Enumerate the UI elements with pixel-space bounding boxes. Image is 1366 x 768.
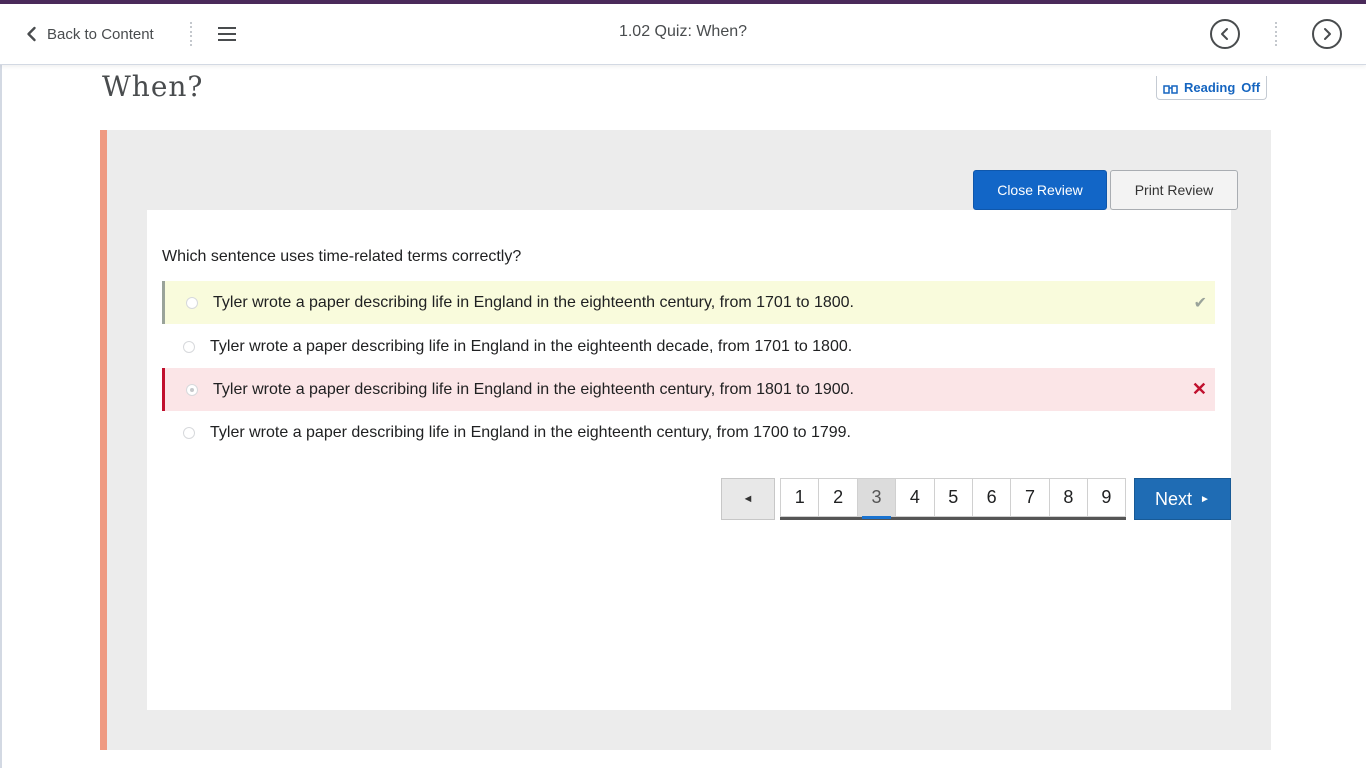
radio-button[interactable]	[183, 426, 195, 439]
question-card: Which sentence uses time-related terms c…	[147, 210, 1231, 710]
reading-toggle[interactable]: Reading Off	[1156, 76, 1267, 100]
page-title: 1.02 Quiz: When?	[618, 23, 748, 40]
page-button-6[interactable]: 6	[971, 478, 1011, 517]
page-button-4[interactable]: 4	[895, 478, 934, 517]
checkmark-icon: ✔	[1193, 294, 1207, 312]
radio-button-selected[interactable]	[186, 383, 198, 396]
page-button-1[interactable]: 1	[780, 478, 819, 517]
answer-option-selected-incorrect[interactable]: Tyler wrote a paper describing life in E…	[162, 368, 1215, 411]
page-button-8[interactable]: 8	[1048, 478, 1088, 517]
answer-option[interactable]: Tyler wrote a paper describing life in E…	[162, 411, 1215, 454]
question-page-list: 1 2 3 4 5 6 7 8 9	[780, 478, 1126, 520]
previous-topic-button[interactable]	[1210, 19, 1240, 49]
quiz-heading: When?	[102, 70, 204, 103]
radio-button[interactable]	[183, 340, 195, 353]
next-topic-button[interactable]	[1312, 19, 1342, 49]
close-review-button[interactable]: Close Review	[973, 170, 1107, 210]
radio-button[interactable]	[186, 296, 198, 309]
page-button-2[interactable]: 2	[818, 478, 857, 517]
question-text: Which sentence uses time-related terms c…	[162, 248, 522, 265]
page-button-7[interactable]: 7	[1010, 478, 1049, 517]
chevron-right-icon	[1324, 28, 1331, 40]
print-review-button[interactable]: Print Review	[1110, 170, 1238, 210]
page-button-5[interactable]: 5	[933, 478, 972, 517]
chevron-left-icon	[1221, 28, 1228, 40]
previous-question-button[interactable]: ◄	[721, 478, 775, 520]
reading-state: Off	[1241, 80, 1261, 95]
reading-label: Reading	[1184, 80, 1236, 95]
top-navigation-bar: Back to Content 1.02 Quiz: When?	[0, 0, 1366, 65]
quiz-review-panel: Close Review Print Review Which sentence…	[100, 130, 1271, 750]
reading-icon	[1163, 84, 1178, 94]
next-arrow-icon: ►	[1200, 493, 1210, 505]
next-question-button[interactable]: Next ►	[1134, 478, 1231, 520]
answer-option-text: Tyler wrote a paper describing life in E…	[213, 380, 854, 398]
previous-arrow-icon: ◄	[742, 493, 754, 505]
page-button-9[interactable]: 9	[1087, 478, 1126, 517]
next-label: Next	[1155, 488, 1193, 509]
answer-option-text: Tyler wrote a paper describing life in E…	[210, 337, 853, 355]
page-button-3-current[interactable]: 3	[856, 478, 896, 519]
close-x-icon: ✕	[1191, 379, 1207, 399]
content-page: When? Reading Off Close Review Print Rev…	[0, 65, 1366, 768]
vertical-divider-dots	[1274, 22, 1278, 46]
answer-option[interactable]: Tyler wrote a paper describing life in E…	[162, 325, 1215, 368]
answer-option-correct[interactable]: Tyler wrote a paper describing life in E…	[162, 281, 1215, 324]
answer-option-text: Tyler wrote a paper describing life in E…	[213, 293, 854, 311]
answer-option-text: Tyler wrote a paper describing life in E…	[210, 423, 851, 441]
